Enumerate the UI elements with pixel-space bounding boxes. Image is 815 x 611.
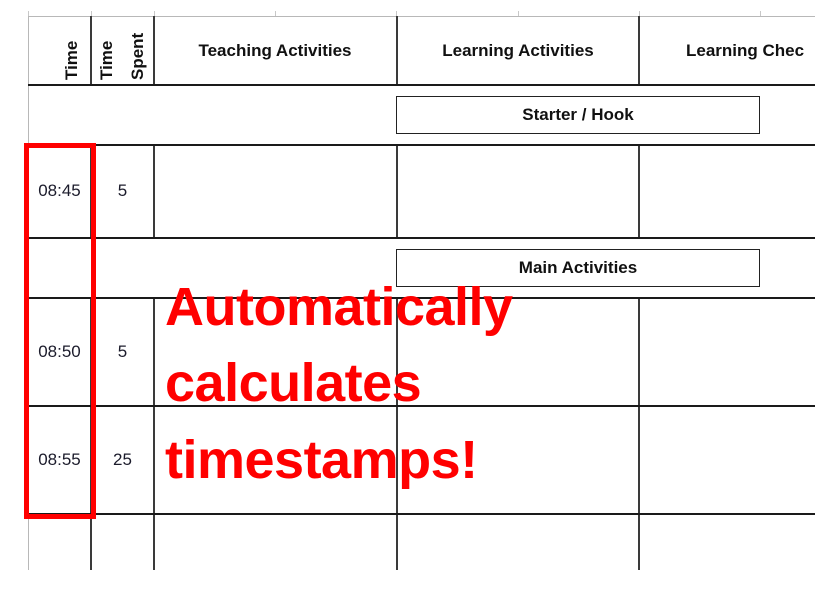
- grid-line-col3: [396, 145, 398, 238]
- header-learning-activities: Learning Activities: [442, 40, 594, 60]
- row-time-spent[interactable]: 5: [92, 145, 153, 237]
- header-time: Time: [62, 40, 81, 80]
- annotation-line2: calculates: [165, 353, 422, 413]
- column-tick: [760, 11, 761, 16]
- grid-line-col2: [153, 145, 155, 238]
- row-time-spent[interactable]: 5: [92, 298, 153, 405]
- header-teaching-activities: Teaching Activities: [198, 40, 352, 60]
- header-learning-checks: Learning Chec: [686, 40, 805, 60]
- time-column-highlight: [24, 143, 96, 519]
- grid-line-col4: [638, 298, 640, 570]
- header-time-spent-line1: Time: [97, 40, 116, 80]
- column-tick: [518, 11, 519, 16]
- header-time-spent-line2: Spent: [128, 32, 147, 80]
- annotation-line3: timestamps!: [165, 430, 478, 490]
- annotation-line1: Automatically: [165, 277, 513, 337]
- grid-line-col1: [90, 16, 92, 85]
- grid-line-row: [28, 513, 815, 515]
- grid-line-col4: [638, 145, 640, 238]
- grid-line-row: [28, 237, 815, 239]
- section-starter-hook[interactable]: Starter / Hook: [396, 96, 760, 134]
- grid-line-row: [28, 84, 815, 86]
- row-time-spent[interactable]: 25: [92, 406, 153, 513]
- column-tick: [275, 11, 276, 16]
- grid-line-col2: [153, 298, 155, 570]
